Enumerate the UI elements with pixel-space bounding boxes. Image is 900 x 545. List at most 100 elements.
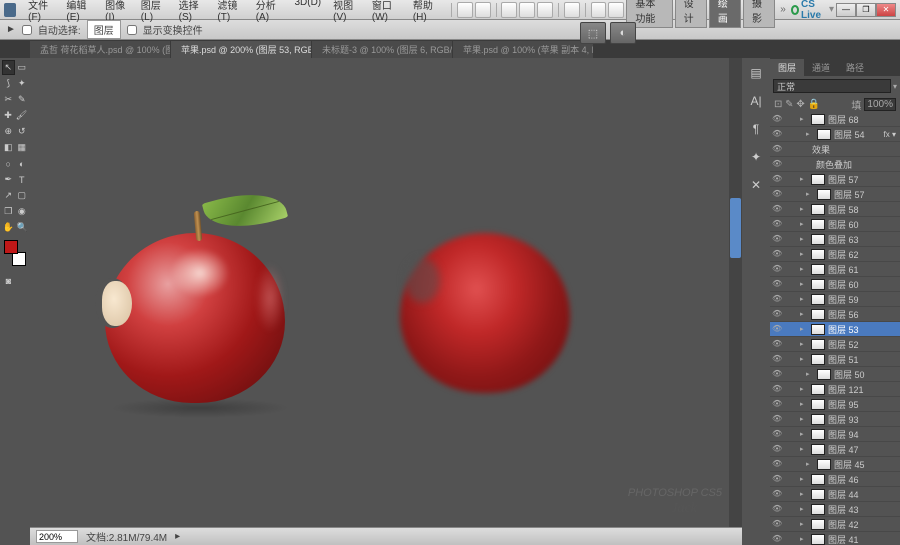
layer-row[interactable]: 👁▸图层 63: [770, 232, 900, 247]
visibility-icon[interactable]: 👁: [772, 474, 782, 484]
status-arrow-icon[interactable]: ▸: [175, 531, 180, 542]
layer-row[interactable]: 👁▸图层 41: [770, 532, 900, 545]
visibility-icon[interactable]: 👁: [772, 429, 782, 439]
menu-item[interactable]: 选择(S): [173, 0, 212, 25]
layer-row[interactable]: 👁▸图层 44: [770, 487, 900, 502]
layer-row[interactable]: 👁▸图层 60: [770, 217, 900, 232]
menu-item[interactable]: 图层(L): [135, 0, 173, 25]
zoom-tool[interactable]: 🔍: [16, 220, 29, 235]
layer-row[interactable]: 👁▸图层 53: [770, 322, 900, 337]
character-panel-icon[interactable]: A|: [747, 92, 765, 110]
view-extras-button[interactable]: [501, 2, 517, 18]
layer-row[interactable]: 👁▸图层 61: [770, 262, 900, 277]
screen-mode-button[interactable]: [608, 2, 624, 18]
gradient-tool[interactable]: ▦: [16, 140, 29, 155]
visibility-icon[interactable]: 👁: [772, 279, 782, 289]
layer-row[interactable]: 👁▸图层 56: [770, 307, 900, 322]
visibility-icon[interactable]: 👁: [772, 489, 782, 499]
history-brush-tool[interactable]: ↺: [16, 124, 29, 139]
background-color-swatch[interactable]: [12, 252, 26, 266]
layer-row[interactable]: 👁▸图层 42: [770, 517, 900, 532]
zoom-level-button[interactable]: [564, 2, 580, 18]
visibility-icon[interactable]: 👁: [772, 249, 782, 259]
3d-tool[interactable]: ❒: [2, 204, 15, 219]
shape-tool[interactable]: ▢: [16, 188, 29, 203]
type-tool[interactable]: T: [16, 172, 29, 187]
camera-tool[interactable]: ◉: [16, 204, 29, 219]
auto-select-target[interactable]: 图层: [87, 20, 121, 39]
lasso-tool[interactable]: ⟆: [2, 76, 15, 91]
layer-row[interactable]: 👁▸图层 121: [770, 382, 900, 397]
visibility-icon[interactable]: 👁: [772, 414, 782, 424]
crop-tool[interactable]: ✂: [2, 92, 15, 107]
layer-row[interactable]: 👁▸图层 50: [770, 367, 900, 382]
visibility-icon[interactable]: 👁: [772, 309, 782, 319]
minimize-button[interactable]: —: [836, 3, 856, 17]
show-transform-checkbox[interactable]: [127, 25, 137, 35]
pen-tool[interactable]: ✒: [2, 172, 15, 187]
color-swatches[interactable]: [2, 240, 28, 266]
visibility-icon[interactable]: 👁: [772, 384, 782, 394]
layer-row[interactable]: 👁▸图层 57: [770, 187, 900, 202]
layer-row[interactable]: 👁▸图层 95: [770, 397, 900, 412]
menu-item[interactable]: 分析(A): [250, 0, 289, 25]
menu-item[interactable]: 窗口(W): [366, 0, 407, 25]
layer-row[interactable]: 👁▸图层 46: [770, 472, 900, 487]
workspace-tab-paint[interactable]: 绘画: [709, 0, 741, 28]
visibility-icon[interactable]: 👁: [772, 459, 782, 469]
layer-row[interactable]: 👁▸图层 43: [770, 502, 900, 517]
document-tab[interactable]: 苹果.psd @ 200% (图层 53, RGB/8) *: [171, 41, 311, 58]
lock-icons[interactable]: ⊡ ✎ ✥ 🔒: [774, 99, 820, 110]
layer-fx-color[interactable]: 👁颜色叠加: [770, 157, 900, 172]
visibility-icon[interactable]: 👁: [772, 339, 782, 349]
visibility-icon[interactable]: 👁: [772, 534, 782, 544]
visibility-icon[interactable]: 👁: [772, 219, 782, 229]
marquee-tool[interactable]: ▭: [16, 60, 29, 75]
move-tool[interactable]: ↖: [2, 60, 15, 75]
cslive-button[interactable]: CS Live: [801, 0, 827, 21]
visibility-icon[interactable]: 👁: [772, 444, 782, 454]
menu-item[interactable]: 3D(D): [288, 0, 327, 25]
close-button[interactable]: ✕: [876, 3, 896, 17]
visibility-icon[interactable]: 👁: [772, 129, 782, 139]
view-guides-button[interactable]: [519, 2, 535, 18]
brush-panel-icon[interactable]: ✦: [747, 148, 765, 166]
foreground-color-swatch[interactable]: [4, 240, 18, 254]
workspace-tab-design[interactable]: 设计: [675, 0, 707, 28]
visibility-icon[interactable]: 👁: [772, 294, 782, 304]
visibility-icon[interactable]: 👁: [772, 519, 782, 529]
arrange-docs-button[interactable]: [591, 2, 607, 18]
layer-row[interactable]: 👁▸图层 62: [770, 247, 900, 262]
layer-row[interactable]: 👁▸图层 45: [770, 457, 900, 472]
menu-item[interactable]: 文件(F): [22, 0, 60, 25]
vertical-scrollbar[interactable]: [729, 58, 742, 527]
fill-value[interactable]: 100%: [864, 98, 896, 111]
visibility-icon[interactable]: 👁: [772, 114, 782, 124]
floating-tool-1[interactable]: ⬚: [580, 22, 606, 44]
layer-row[interactable]: 👁▸图层 60: [770, 277, 900, 292]
menu-item[interactable]: 视图(V): [327, 0, 366, 25]
menu-item[interactable]: 滤镜(T): [211, 0, 249, 25]
panel-tab-paths[interactable]: 路径: [838, 59, 872, 76]
document-canvas[interactable]: PHOTOSHOP CS5 Jack: [30, 58, 742, 527]
history-panel-icon[interactable]: ▤: [747, 64, 765, 82]
wand-tool[interactable]: ✦: [16, 76, 29, 91]
layer-row[interactable]: 👁▸图层 94: [770, 427, 900, 442]
layer-row[interactable]: 👁▸图层 47: [770, 442, 900, 457]
eraser-tool[interactable]: ◧: [2, 140, 15, 155]
visibility-icon[interactable]: 👁: [772, 504, 782, 514]
panel-tab-layers[interactable]: 图层: [770, 59, 804, 76]
hand-tool[interactable]: ✋: [2, 220, 15, 235]
layer-row[interactable]: 👁▸图层 58: [770, 202, 900, 217]
swatches-panel-icon[interactable]: ✕: [747, 176, 765, 194]
layer-row[interactable]: 👁▸图层 51: [770, 352, 900, 367]
quickmask-tool[interactable]: ◙: [2, 273, 15, 288]
blur-tool[interactable]: ○: [2, 156, 15, 171]
tool-preset-icon[interactable]: ►: [6, 24, 16, 35]
launch-minibridge-button[interactable]: [475, 2, 491, 18]
visibility-icon[interactable]: 👁: [772, 174, 782, 184]
dodge-tool[interactable]: ◐: [16, 156, 29, 171]
layer-row[interactable]: 👁▸图层 57: [770, 172, 900, 187]
visibility-icon[interactable]: 👁: [772, 324, 782, 334]
visibility-icon[interactable]: 👁: [772, 399, 782, 409]
